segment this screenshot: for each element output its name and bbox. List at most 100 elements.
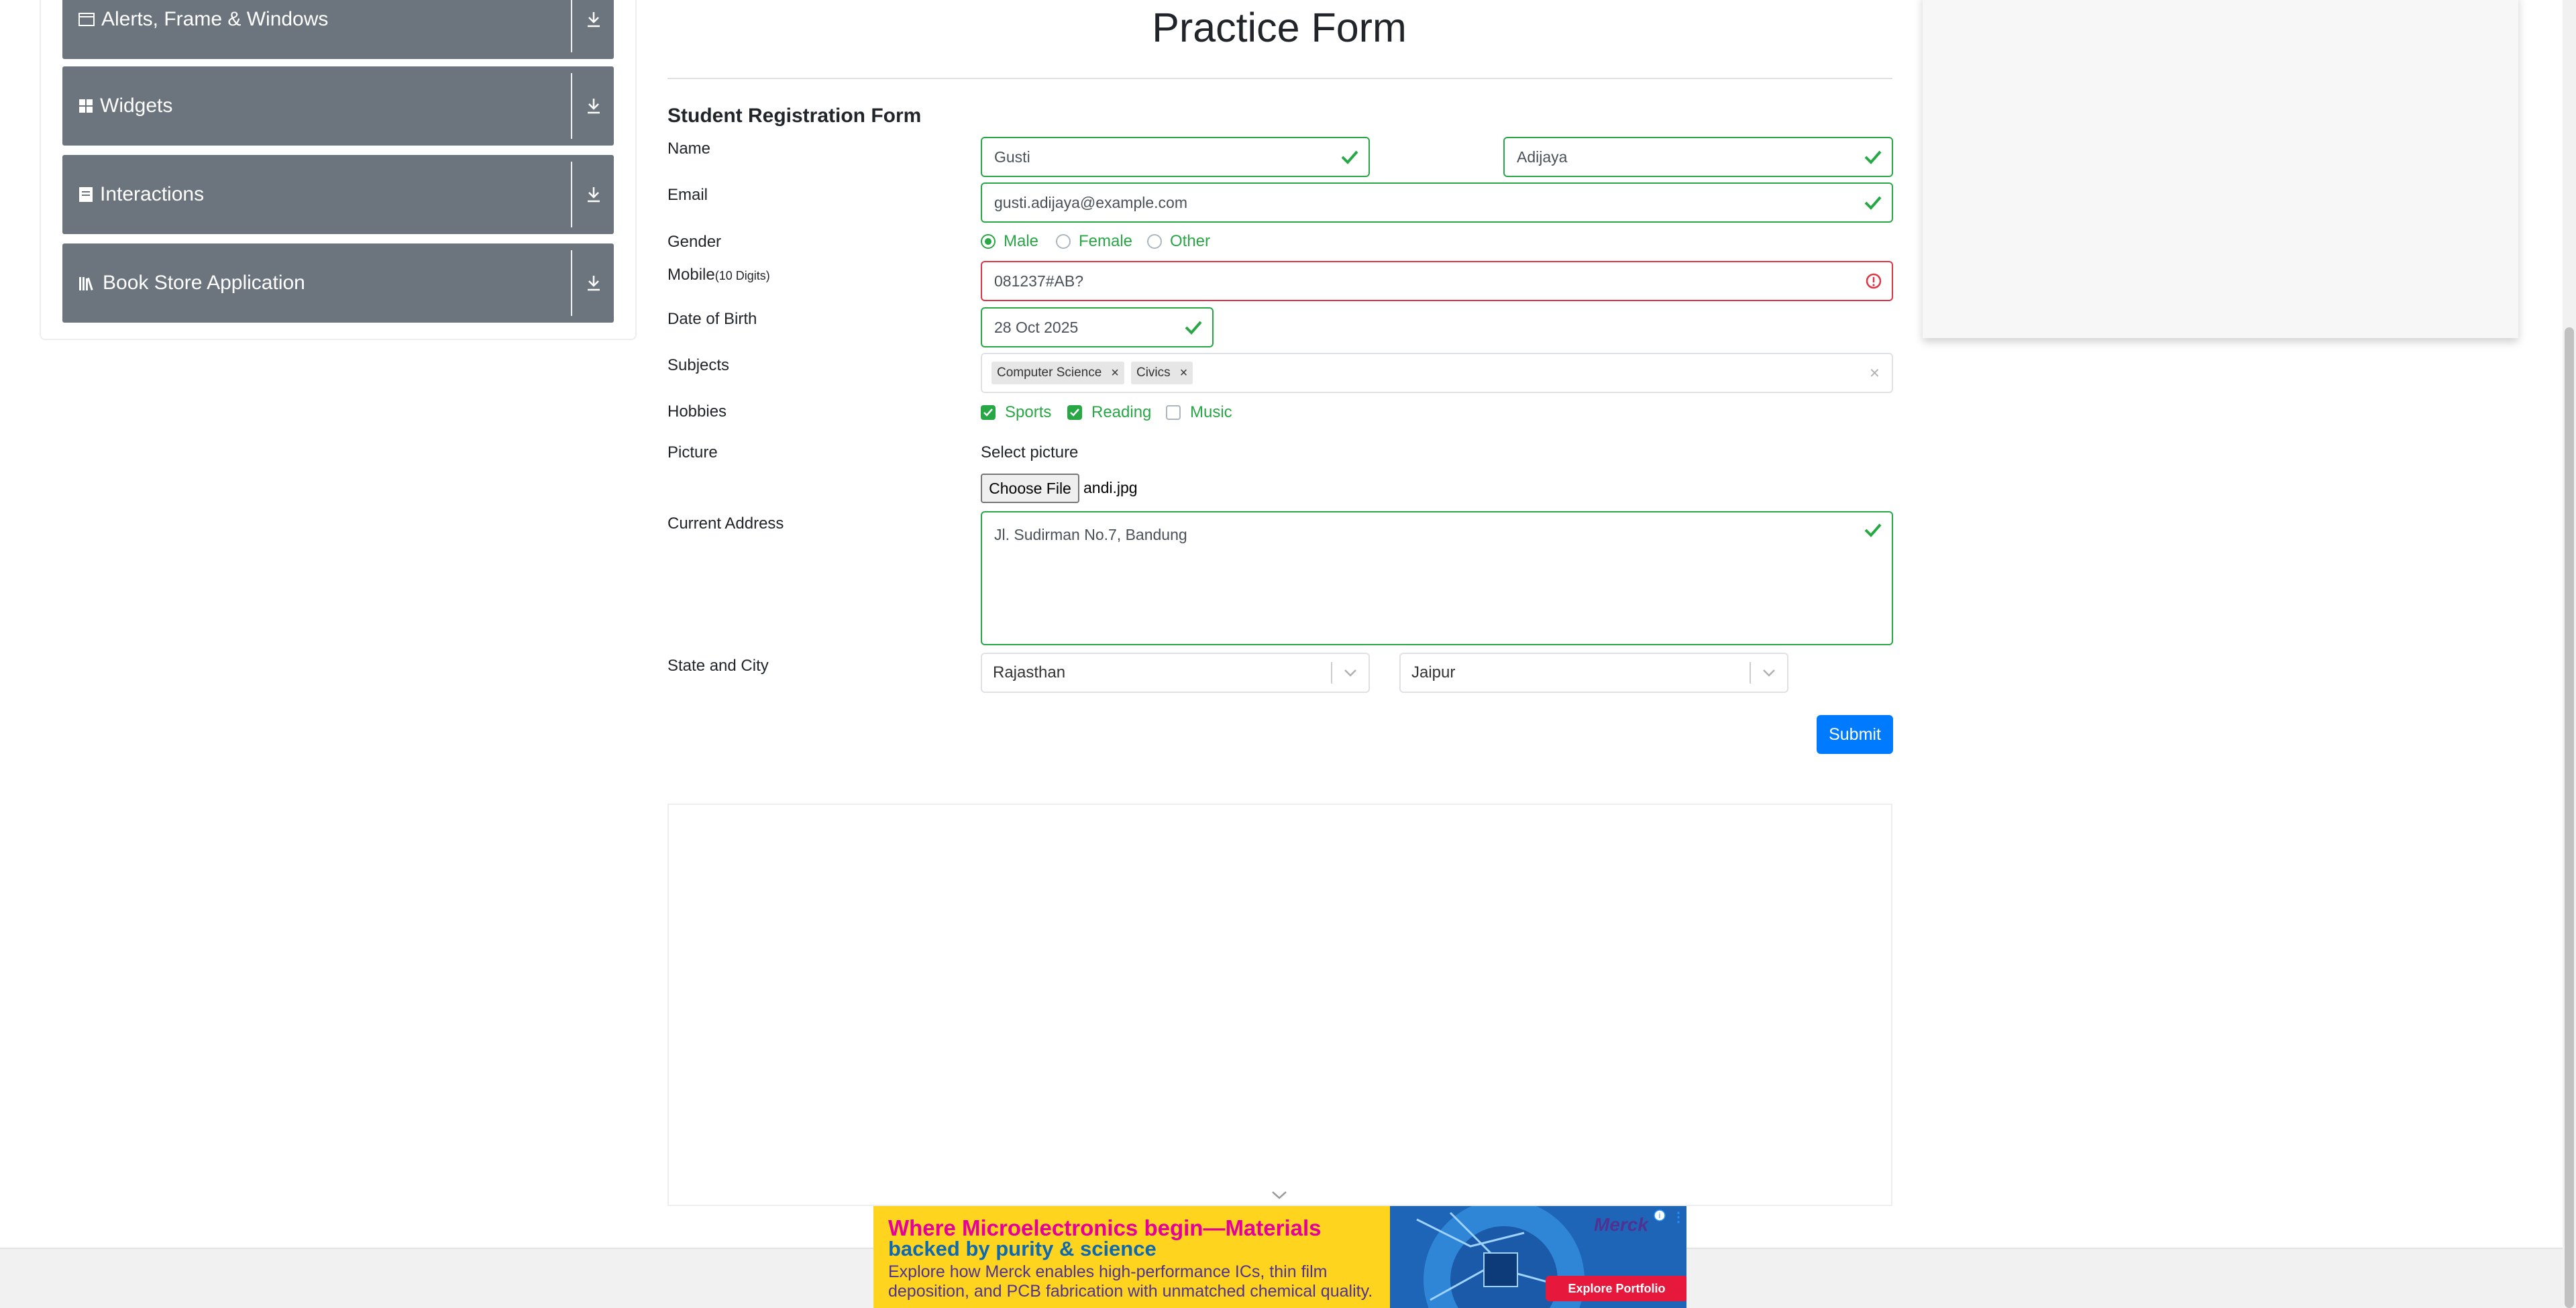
window-icon [78,12,95,27]
remove-chip-icon[interactable]: × [1171,366,1193,381]
divider [667,78,1892,79]
date-of-birth-input[interactable]: 28 Oct 2025 [981,307,1214,347]
chevron-down-icon[interactable] [1343,668,1358,677]
radio-label: Male [1004,232,1039,250]
state-city-label: State and City [667,657,769,675]
remove-chip-icon[interactable]: × [1102,366,1124,381]
divider [571,250,572,316]
subjects-input[interactable]: Computer Science × Civics × × [981,353,1893,393]
sidebar-group-alerts[interactable]: Alerts, Frame & Windows [62,0,614,59]
gender-radio-other[interactable]: Other [1147,232,1210,251]
divider [1331,662,1332,684]
divider [571,73,572,139]
first-name-value: Gusti [994,148,1030,166]
last-name-input[interactable]: Adijaya [1503,137,1893,177]
right-ad-panel [1923,0,2518,338]
interactions-icon [78,186,93,203]
scrollbar-thumb[interactable] [2565,327,2574,1308]
address-value: Jl. Sudirman No.7, Bandung [994,526,1187,543]
hobby-checkbox-reading[interactable]: Reading [1067,403,1151,422]
dob-label: Date of Birth [667,310,757,328]
download-icon[interactable] [584,185,603,204]
radio-button[interactable] [1056,234,1071,249]
checkmark-icon [1864,149,1882,165]
hobby-checkbox-music[interactable]: Music [1166,403,1232,422]
gender-radio-female[interactable]: Female [1056,232,1132,251]
ad-info-icon[interactable]: i [1653,1209,1666,1225]
gender-radio-male[interactable]: Male [981,232,1038,251]
ad-cta-button[interactable]: Explore Portfolio [1546,1276,1686,1301]
sidebar-group-widgets[interactable]: Widgets [62,66,614,146]
merck-logo: Merck [1594,1214,1648,1235]
checkmark-icon [1340,149,1359,165]
state-select[interactable]: Rajasthan [981,653,1370,693]
download-icon[interactable] [584,97,603,115]
gender-label: Gender [667,233,722,251]
download-icon[interactable] [584,274,603,292]
city-select[interactable]: Jaipur [1399,653,1788,693]
checkmark-icon [1864,195,1882,211]
chip-label: Computer Science [997,366,1102,380]
checkmark-icon [1864,522,1882,542]
form-subtitle: Student Registration Form [667,105,922,127]
divider [1750,662,1751,684]
mobile-label-text: Mobile [667,266,715,284]
subject-chip: Computer Science × [991,362,1124,384]
address-label: Current Address [667,514,784,533]
email-value: gusti.adijaya@example.com [994,193,1187,211]
checkbox-label: Sports [1005,403,1052,421]
hobby-checkbox-sports[interactable]: Sports [981,403,1051,422]
radio-button[interactable] [981,234,996,249]
city-value: Jaipur [1411,663,1456,682]
mobile-hint: (10 Digits) [714,269,770,282]
chevron-down-icon[interactable] [1271,1190,1288,1204]
checkbox[interactable] [981,405,996,420]
chip-label: Civics [1136,366,1171,380]
sidebar-group-label: Widgets [100,95,173,117]
ad-close-icon[interactable]: ⋮ [1672,1209,1685,1225]
checkbox[interactable] [1166,405,1181,420]
submit-button[interactable]: Submit [1817,715,1893,754]
checkmark-icon [1184,319,1203,335]
email-label: Email [667,186,708,204]
hobbies-label: Hobbies [667,402,727,421]
file-name: andi.jpg [1083,479,1138,496]
subjects-label: Subjects [667,356,730,374]
clear-icon[interactable]: × [1870,363,1880,384]
svg-text:i: i [1659,1212,1660,1220]
sidebar-group-interactions[interactable]: Interactions [62,155,614,234]
name-label: Name [667,140,711,158]
mobile-input[interactable]: 081237#AB? [981,261,1893,301]
last-name-value: Adijaya [1517,148,1568,166]
page-title: Practice Form [1152,5,1407,50]
download-icon[interactable] [584,10,603,29]
ad-container [667,804,1892,1206]
mobile-value: 081237#AB? [994,272,1084,290]
ad-subheadline: backed by purity & science [888,1237,1157,1260]
radio-button[interactable] [1147,234,1162,249]
book-store-icon [78,275,96,291]
email-input[interactable]: gusti.adijaya@example.com [981,182,1893,223]
banner-ad[interactable]: Where Microelectronics begin—Materials b… [873,1206,1686,1308]
error-icon [1865,272,1882,290]
radio-label: Female [1079,232,1133,250]
sidebar-group-book-store[interactable]: Book Store Application [62,243,614,323]
mobile-label: Mobile(10 Digits) [667,266,770,284]
ad-body: Explore how Merck enables high-performan… [888,1262,1373,1301]
divider [571,0,572,52]
widgets-icon [78,99,93,113]
select-picture-label: Select picture [981,443,1079,461]
chevron-down-icon[interactable] [1762,668,1776,677]
current-address-textarea[interactable]: Jl. Sudirman No.7, Bandung [981,511,1893,645]
divider [571,162,572,227]
checkbox[interactable] [1067,405,1082,420]
state-value: Rajasthan [993,663,1066,682]
subject-chip: Civics × [1130,362,1193,384]
radio-label: Other [1170,232,1211,250]
sidebar-group-label: Alerts, Frame & Windows [101,8,329,30]
first-name-input[interactable]: Gusti [981,137,1370,177]
checkbox-label: Music [1190,403,1232,421]
choose-file-button[interactable]: Choose File [981,474,1079,503]
sidebar-group-label: Book Store Application [103,272,305,294]
sidebar-group-label: Interactions [100,183,205,205]
